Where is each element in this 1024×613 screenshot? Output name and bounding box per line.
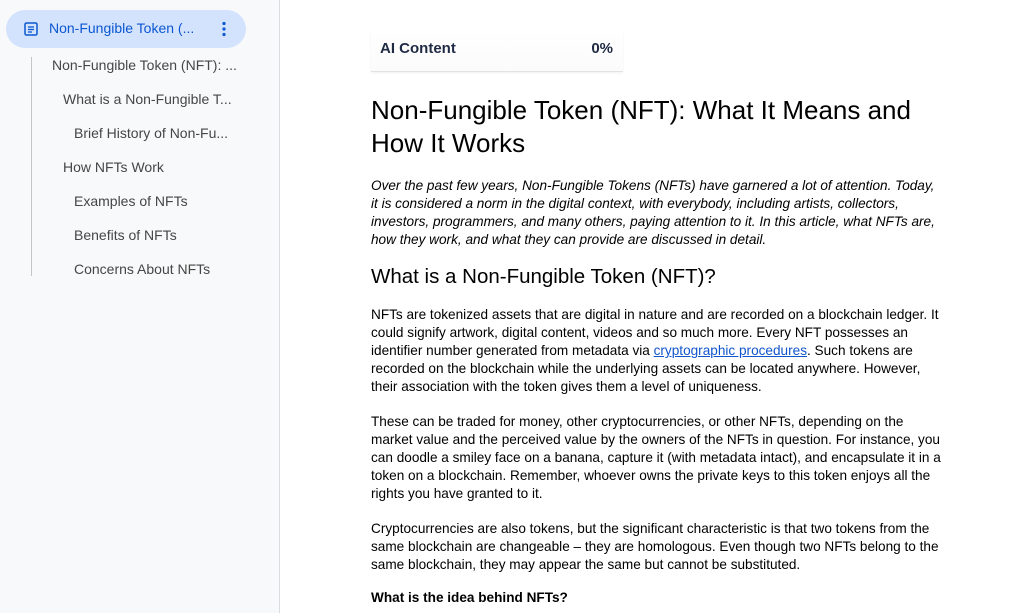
paragraph-1: NFTs are tokenized assets that are digit… xyxy=(371,306,945,396)
outline-item-how-nfts-work[interactable]: How NFTs Work xyxy=(63,159,164,176)
outline-item-examples[interactable]: Examples of NFTs xyxy=(74,193,188,210)
document-outline-panel: Non-Fungible Token (... Non-Fungible Tok… xyxy=(0,0,280,613)
cryptographic-procedures-link[interactable]: cryptographic procedures xyxy=(654,343,807,358)
outline-item-benefits[interactable]: Benefits of NFTs xyxy=(74,227,177,244)
ai-content-value: 0% xyxy=(591,40,613,57)
ai-content-label: AI Content xyxy=(380,40,456,57)
subheading: What is the idea behind NFTs? xyxy=(371,590,568,605)
article-title: Non-Fungible Token (NFT): What It Means … xyxy=(371,95,911,158)
more-options-icon[interactable] xyxy=(214,19,234,39)
section-heading: What is a Non-Fungible Token (NFT)? xyxy=(371,265,716,288)
document-icon xyxy=(24,22,38,36)
outline-item-what-is-nft[interactable]: What is a Non-Fungible T... xyxy=(63,91,232,108)
paragraph-2: These can be traded for money, other cry… xyxy=(371,414,941,502)
outline-tree-line xyxy=(31,57,32,276)
outline-item-brief-history[interactable]: Brief History of Non-Fu... xyxy=(74,125,228,142)
article-intro: Over the past few years, Non-Fungible To… xyxy=(371,178,935,248)
outline-document-title: Non-Fungible Token (... xyxy=(49,20,195,36)
document-body: AI Content 0% Non-Fungible Token (NFT): … xyxy=(281,0,1024,613)
ai-content-badge: AI Content 0% xyxy=(371,31,623,72)
outline-document-item[interactable]: Non-Fungible Token (... xyxy=(6,10,246,48)
outline-item-title[interactable]: Non-Fungible Token (NFT): ... xyxy=(52,57,237,74)
outline-item-concerns[interactable]: Concerns About NFTs xyxy=(74,261,210,278)
paragraph-3: Cryptocurrencies are also tokens, but th… xyxy=(371,521,939,573)
